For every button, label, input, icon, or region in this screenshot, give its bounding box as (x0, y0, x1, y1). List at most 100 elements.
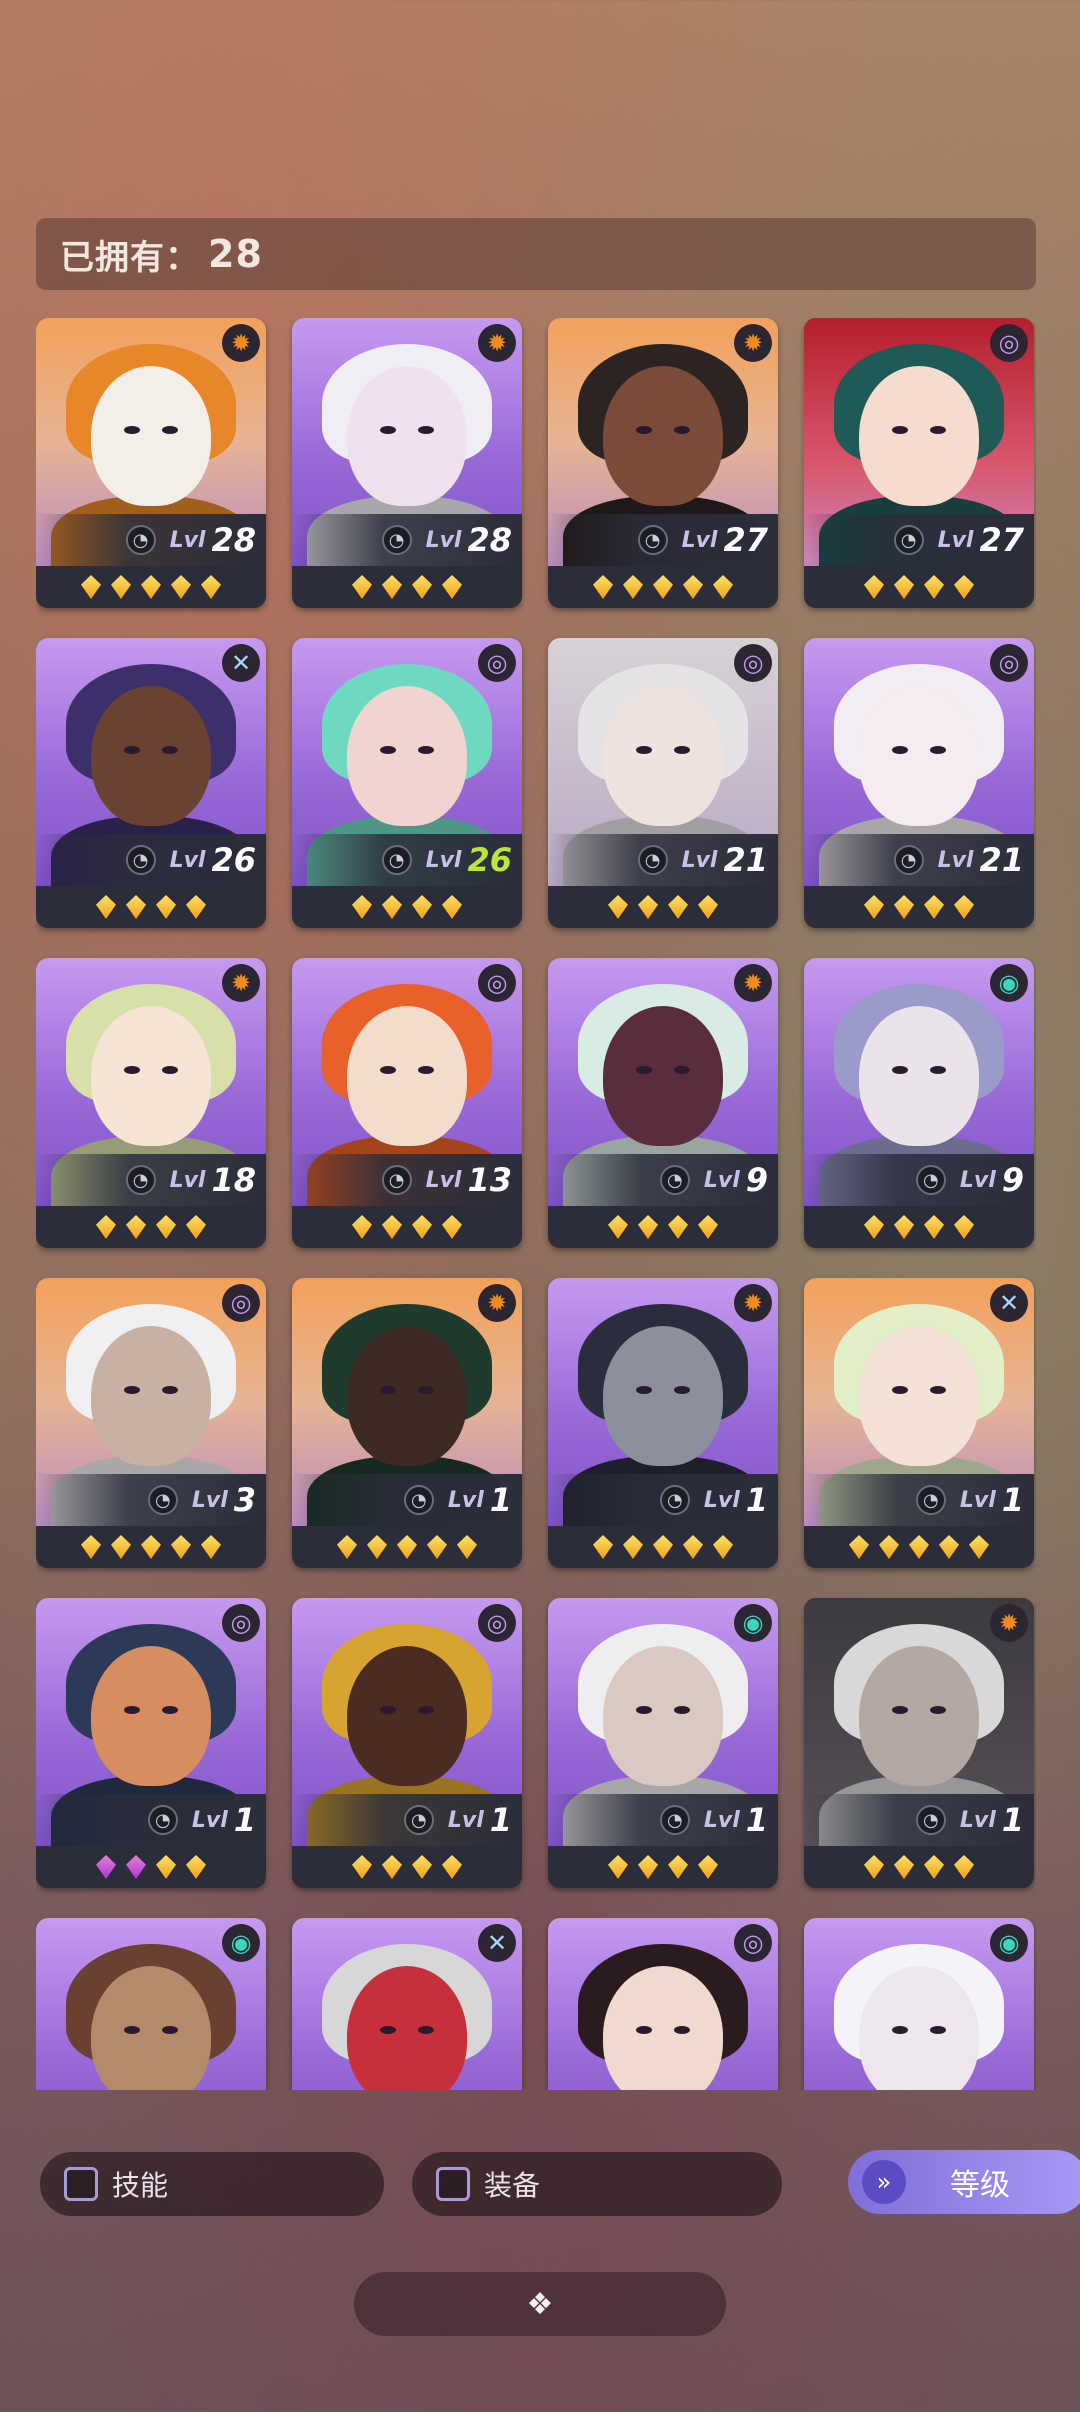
star-rating (548, 1846, 778, 1888)
star-icon (442, 1215, 462, 1239)
hero-eye (162, 1706, 178, 1714)
level-label: Lvl (703, 1487, 740, 1513)
level-label: Lvl (937, 847, 974, 873)
star-icon (623, 1535, 643, 1559)
star-icon (412, 1855, 432, 1879)
star-icon (186, 1855, 206, 1879)
star-rating (804, 1206, 1034, 1248)
equipment-slot-icon: ◔ (381, 845, 412, 875)
hero-card[interactable]: ◎ ◔ Lvl 3 (36, 1278, 266, 1568)
hero-card[interactable]: ◎ ◔ Lvl 21 (804, 638, 1034, 928)
swirl-class-icon: ◉ (734, 1604, 772, 1642)
level-label: Lvl (703, 1167, 740, 1193)
star-icon (81, 575, 101, 599)
star-icon (186, 1215, 206, 1239)
hero-card[interactable]: ◎ (548, 1918, 778, 2090)
hero-eye (124, 2026, 140, 2034)
hero-card[interactable]: ✹ ◔ Lvl 9 (548, 958, 778, 1248)
hero-face (91, 686, 211, 826)
star-icon (954, 895, 974, 919)
hero-card[interactable]: ◉ (804, 1918, 1034, 2090)
hero-eye (892, 1386, 908, 1394)
hero-card[interactable]: ✹ ◔ Lvl 1 (548, 1278, 778, 1568)
hero-card[interactable]: ◉ (36, 1918, 266, 2090)
star-icon (608, 1215, 628, 1239)
hero-eye (418, 746, 434, 754)
hero-card[interactable]: ◉ ◔ Lvl 9 (804, 958, 1034, 1248)
star-icon (156, 1855, 176, 1879)
level-value: 1 (745, 1481, 768, 1519)
star-icon (367, 1535, 387, 1559)
star-icon (638, 895, 658, 919)
star-icon (864, 575, 884, 599)
equip-filter-label: 装备 (484, 2169, 541, 2202)
hero-card[interactable]: ✹ ◔ Lvl 18 (36, 958, 266, 1248)
level-strip: ◔ Lvl 26 (36, 834, 266, 886)
star-icon (352, 895, 372, 919)
hero-face (859, 1006, 979, 1146)
level-value: 21 (723, 841, 768, 879)
level-strip: ◔ Lvl 3 (36, 1474, 266, 1526)
level-strip: ◔ Lvl 21 (548, 834, 778, 886)
hero-eye (380, 1066, 396, 1074)
hero-card[interactable]: ◎ ◔ Lvl 26 (292, 638, 522, 928)
cross-class-icon: ✕ (478, 1924, 516, 1962)
moon-class-icon: ◎ (222, 1284, 260, 1322)
skill-filter[interactable]: 技能 (40, 2152, 384, 2216)
hero-card[interactable]: ✕ (292, 1918, 522, 2090)
cross-class-icon: ✕ (990, 1284, 1028, 1322)
hero-eye (380, 1386, 396, 1394)
star-rating (804, 886, 1034, 928)
equipment-slot-icon: ◔ (403, 1485, 434, 1515)
star-icon (337, 1535, 357, 1559)
hero-card[interactable]: ✹ ◔ Lvl 28 (292, 318, 522, 608)
level-strip: ◔ Lvl 9 (548, 1154, 778, 1206)
star-rating (548, 1526, 778, 1568)
hero-card[interactable]: ✹ ◔ Lvl 28 (36, 318, 266, 608)
star-icon (698, 1855, 718, 1879)
level-value: 27 (979, 521, 1024, 559)
hero-card[interactable]: ◎ ◔ Lvl 13 (292, 958, 522, 1248)
hero-eye (380, 1706, 396, 1714)
hero-face (347, 1006, 467, 1146)
equipment-slot-icon: ◔ (147, 1485, 178, 1515)
star-icon (969, 1535, 989, 1559)
sort-by-level-button[interactable]: » 等级 (848, 2150, 1080, 2214)
sort-label: 等级 (950, 2168, 1010, 2203)
bottom-menu-handle[interactable]: ❖ (354, 2272, 726, 2336)
skill-filter-label: 技能 (112, 2169, 169, 2202)
hero-card[interactable]: ◎ ◔ Lvl 1 (292, 1598, 522, 1888)
star-icon (668, 895, 688, 919)
sort-chevron-icon: » (862, 2160, 906, 2204)
hero-eye (892, 746, 908, 754)
hero-card[interactable]: ✹ ◔ Lvl 1 (292, 1278, 522, 1568)
hero-card[interactable]: ◎ ◔ Lvl 27 (804, 318, 1034, 608)
moon-class-icon: ◎ (734, 644, 772, 682)
hero-eye (162, 746, 178, 754)
hero-card[interactable]: ✕ ◔ Lvl 1 (804, 1278, 1034, 1568)
hero-eye (674, 1386, 690, 1394)
hero-card[interactable]: ✹ ◔ Lvl 1 (804, 1598, 1034, 1888)
equip-filter[interactable]: 装备 (412, 2152, 782, 2216)
star-icon (397, 1535, 417, 1559)
hero-card[interactable]: ✹ ◔ Lvl 27 (548, 318, 778, 608)
hero-card[interactable]: ✕ ◔ Lvl 26 (36, 638, 266, 928)
hero-eye (124, 426, 140, 434)
star-icon (442, 575, 462, 599)
equip-checkbox[interactable] (436, 2167, 470, 2201)
equipment-slot-icon: ◔ (637, 845, 668, 875)
hero-card[interactable]: ◎ ◔ Lvl 21 (548, 638, 778, 928)
hero-eye (162, 2026, 178, 2034)
moon-class-icon: ◎ (990, 644, 1028, 682)
hero-card[interactable]: ◉ ◔ Lvl 1 (548, 1598, 778, 1888)
hero-face (347, 366, 467, 506)
hero-eye (892, 1706, 908, 1714)
hero-grid[interactable]: ✹ ◔ Lvl 28 ✹ ◔ Lvl 28 ✹ ◔ Lvl 27 ◎ ◔ Lvl 27 ✕ ◔ Lvl 26 ◎ ◔ Lvl… (36, 318, 1036, 2090)
star-icon (879, 1535, 899, 1559)
level-strip: ◔ Lvl 1 (36, 1794, 266, 1846)
hero-card[interactable]: ◎ ◔ Lvl 1 (36, 1598, 266, 1888)
moon-class-icon: ◎ (990, 324, 1028, 362)
skill-checkbox[interactable] (64, 2167, 98, 2201)
equipment-slot-icon: ◔ (915, 1805, 946, 1835)
equipment-slot-icon: ◔ (125, 525, 156, 555)
